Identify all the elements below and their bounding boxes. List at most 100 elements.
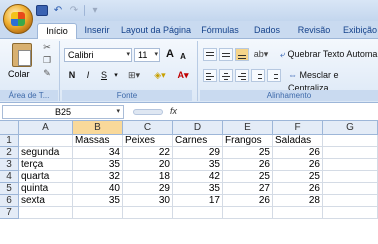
select-all-corner[interactable] (0, 121, 19, 135)
column-header[interactable]: C (123, 121, 173, 135)
table-cell[interactable] (323, 207, 378, 219)
save-icon[interactable] (36, 5, 48, 16)
table-cell[interactable]: 34 (73, 147, 123, 159)
row-header[interactable]: 3 (0, 159, 19, 171)
name-box[interactable]: B25 ▾ (2, 105, 124, 119)
row-header[interactable]: 6 (0, 195, 19, 207)
office-button[interactable] (3, 4, 33, 34)
table-cell[interactable] (123, 207, 173, 219)
font-name-select[interactable]: Calibri ▾ (64, 48, 132, 62)
cut-icon[interactable]: ✂ (42, 43, 52, 52)
wrap-text-button[interactable]: ⤶ Quebrar Texto Automa (280, 48, 378, 62)
table-cell[interactable] (223, 207, 273, 219)
fill-color-icon[interactable]: ◈▾ (150, 69, 170, 83)
table-cell[interactable] (323, 147, 378, 159)
tab-layout[interactable]: Layout da Página (118, 23, 194, 39)
decrease-indent-icon[interactable] (251, 69, 265, 82)
bold-button[interactable]: N (66, 69, 78, 83)
grow-font-button[interactable]: A (164, 48, 176, 62)
tab-dados[interactable]: Dados (252, 23, 282, 39)
table-cell[interactable]: segunda (19, 147, 73, 159)
align-left-icon[interactable] (203, 69, 217, 82)
redo-icon[interactable]: ↷ (68, 5, 80, 16)
table-cell[interactable] (323, 159, 378, 171)
table-cell[interactable]: 18 (123, 171, 173, 183)
table-cell[interactable]: 26 (273, 147, 323, 159)
table-cell[interactable] (73, 207, 123, 219)
align-right-icon[interactable] (235, 69, 249, 82)
tab-inicio[interactable]: Início (37, 23, 77, 39)
undo-icon[interactable]: ↶ (52, 5, 64, 16)
paste-icon[interactable] (12, 43, 32, 67)
row-header[interactable]: 7 (0, 207, 19, 219)
tab-exibicao[interactable]: Exibição (340, 23, 378, 39)
column-header[interactable]: D (173, 121, 223, 135)
table-cell[interactable]: Saladas (273, 135, 323, 147)
insert-function-icon[interactable]: fx (170, 106, 177, 116)
table-cell[interactable]: 25 (273, 171, 323, 183)
tab-revisao[interactable]: Revisão (296, 23, 332, 39)
row-header[interactable]: 5 (0, 183, 19, 195)
table-cell[interactable]: Carnes (173, 135, 223, 147)
row-header[interactable]: 1 (0, 135, 19, 147)
column-header[interactable]: B (73, 121, 123, 135)
formula-input[interactable] (186, 105, 376, 119)
table-cell[interactable]: 32 (73, 171, 123, 183)
table-cell[interactable]: quinta (19, 183, 73, 195)
column-header[interactable]: E (223, 121, 273, 135)
table-cell[interactable] (173, 207, 223, 219)
column-header[interactable]: G (323, 121, 378, 135)
align-center-icon[interactable] (219, 69, 233, 82)
table-cell[interactable]: 20 (123, 159, 173, 171)
table-cell[interactable] (323, 183, 378, 195)
table-cell[interactable]: Frangos (223, 135, 273, 147)
table-cell[interactable]: sexta (19, 195, 73, 207)
increase-indent-icon[interactable] (267, 69, 281, 82)
table-cell[interactable]: 26 (223, 159, 273, 171)
align-middle-icon[interactable] (219, 48, 233, 61)
merge-center-button[interactable]: ⇔ Mesclar e Centraliza (288, 69, 378, 93)
underline-dropdown-icon[interactable]: ▾ (112, 69, 120, 83)
formula-bar-resize-handle[interactable] (133, 109, 163, 115)
shrink-font-button[interactable]: A (178, 50, 188, 64)
table-cell[interactable] (323, 195, 378, 207)
format-painter-icon[interactable]: ✎ (42, 69, 52, 78)
table-cell[interactable]: 35 (73, 195, 123, 207)
table-cell[interactable] (19, 207, 73, 219)
table-cell[interactable]: terça (19, 159, 73, 171)
table-cell[interactable]: 40 (73, 183, 123, 195)
table-cell[interactable]: 26 (273, 159, 323, 171)
qat-dropdown-icon[interactable]: ▾ (89, 5, 101, 16)
column-header[interactable]: F (273, 121, 323, 135)
table-cell[interactable]: 30 (123, 195, 173, 207)
table-cell[interactable]: 29 (173, 147, 223, 159)
table-cell[interactable]: 28 (273, 195, 323, 207)
table-cell[interactable]: quarta (19, 171, 73, 183)
table-cell[interactable]: 42 (173, 171, 223, 183)
orientation-icon[interactable]: ab▾ (252, 48, 270, 62)
tab-inserir[interactable]: Inserir (80, 23, 114, 39)
table-cell[interactable] (323, 135, 378, 147)
paste-button[interactable]: Colar (8, 69, 30, 79)
italic-button[interactable]: I (82, 69, 94, 83)
tab-formulas[interactable]: Fórmulas (198, 23, 242, 39)
table-cell[interactable]: 22 (123, 147, 173, 159)
table-cell[interactable]: 25 (223, 171, 273, 183)
table-cell[interactable]: 35 (173, 183, 223, 195)
row-header[interactable]: 2 (0, 147, 19, 159)
font-color-icon[interactable]: A▾ (173, 69, 193, 83)
copy-icon[interactable]: ❐ (42, 56, 52, 65)
table-cell[interactable]: 26 (223, 195, 273, 207)
table-cell[interactable] (273, 207, 323, 219)
table-cell[interactable] (19, 135, 73, 147)
underline-button[interactable]: S (98, 69, 110, 83)
column-header[interactable]: A (19, 121, 73, 135)
borders-icon[interactable]: ⊞▾ (124, 69, 144, 83)
table-cell[interactable]: 35 (73, 159, 123, 171)
table-cell[interactable]: 25 (223, 147, 273, 159)
table-cell[interactable]: 35 (173, 159, 223, 171)
table-cell[interactable]: 27 (223, 183, 273, 195)
table-cell[interactable]: Peixes (123, 135, 173, 147)
row-header[interactable]: 4 (0, 171, 19, 183)
align-top-icon[interactable] (203, 48, 217, 61)
